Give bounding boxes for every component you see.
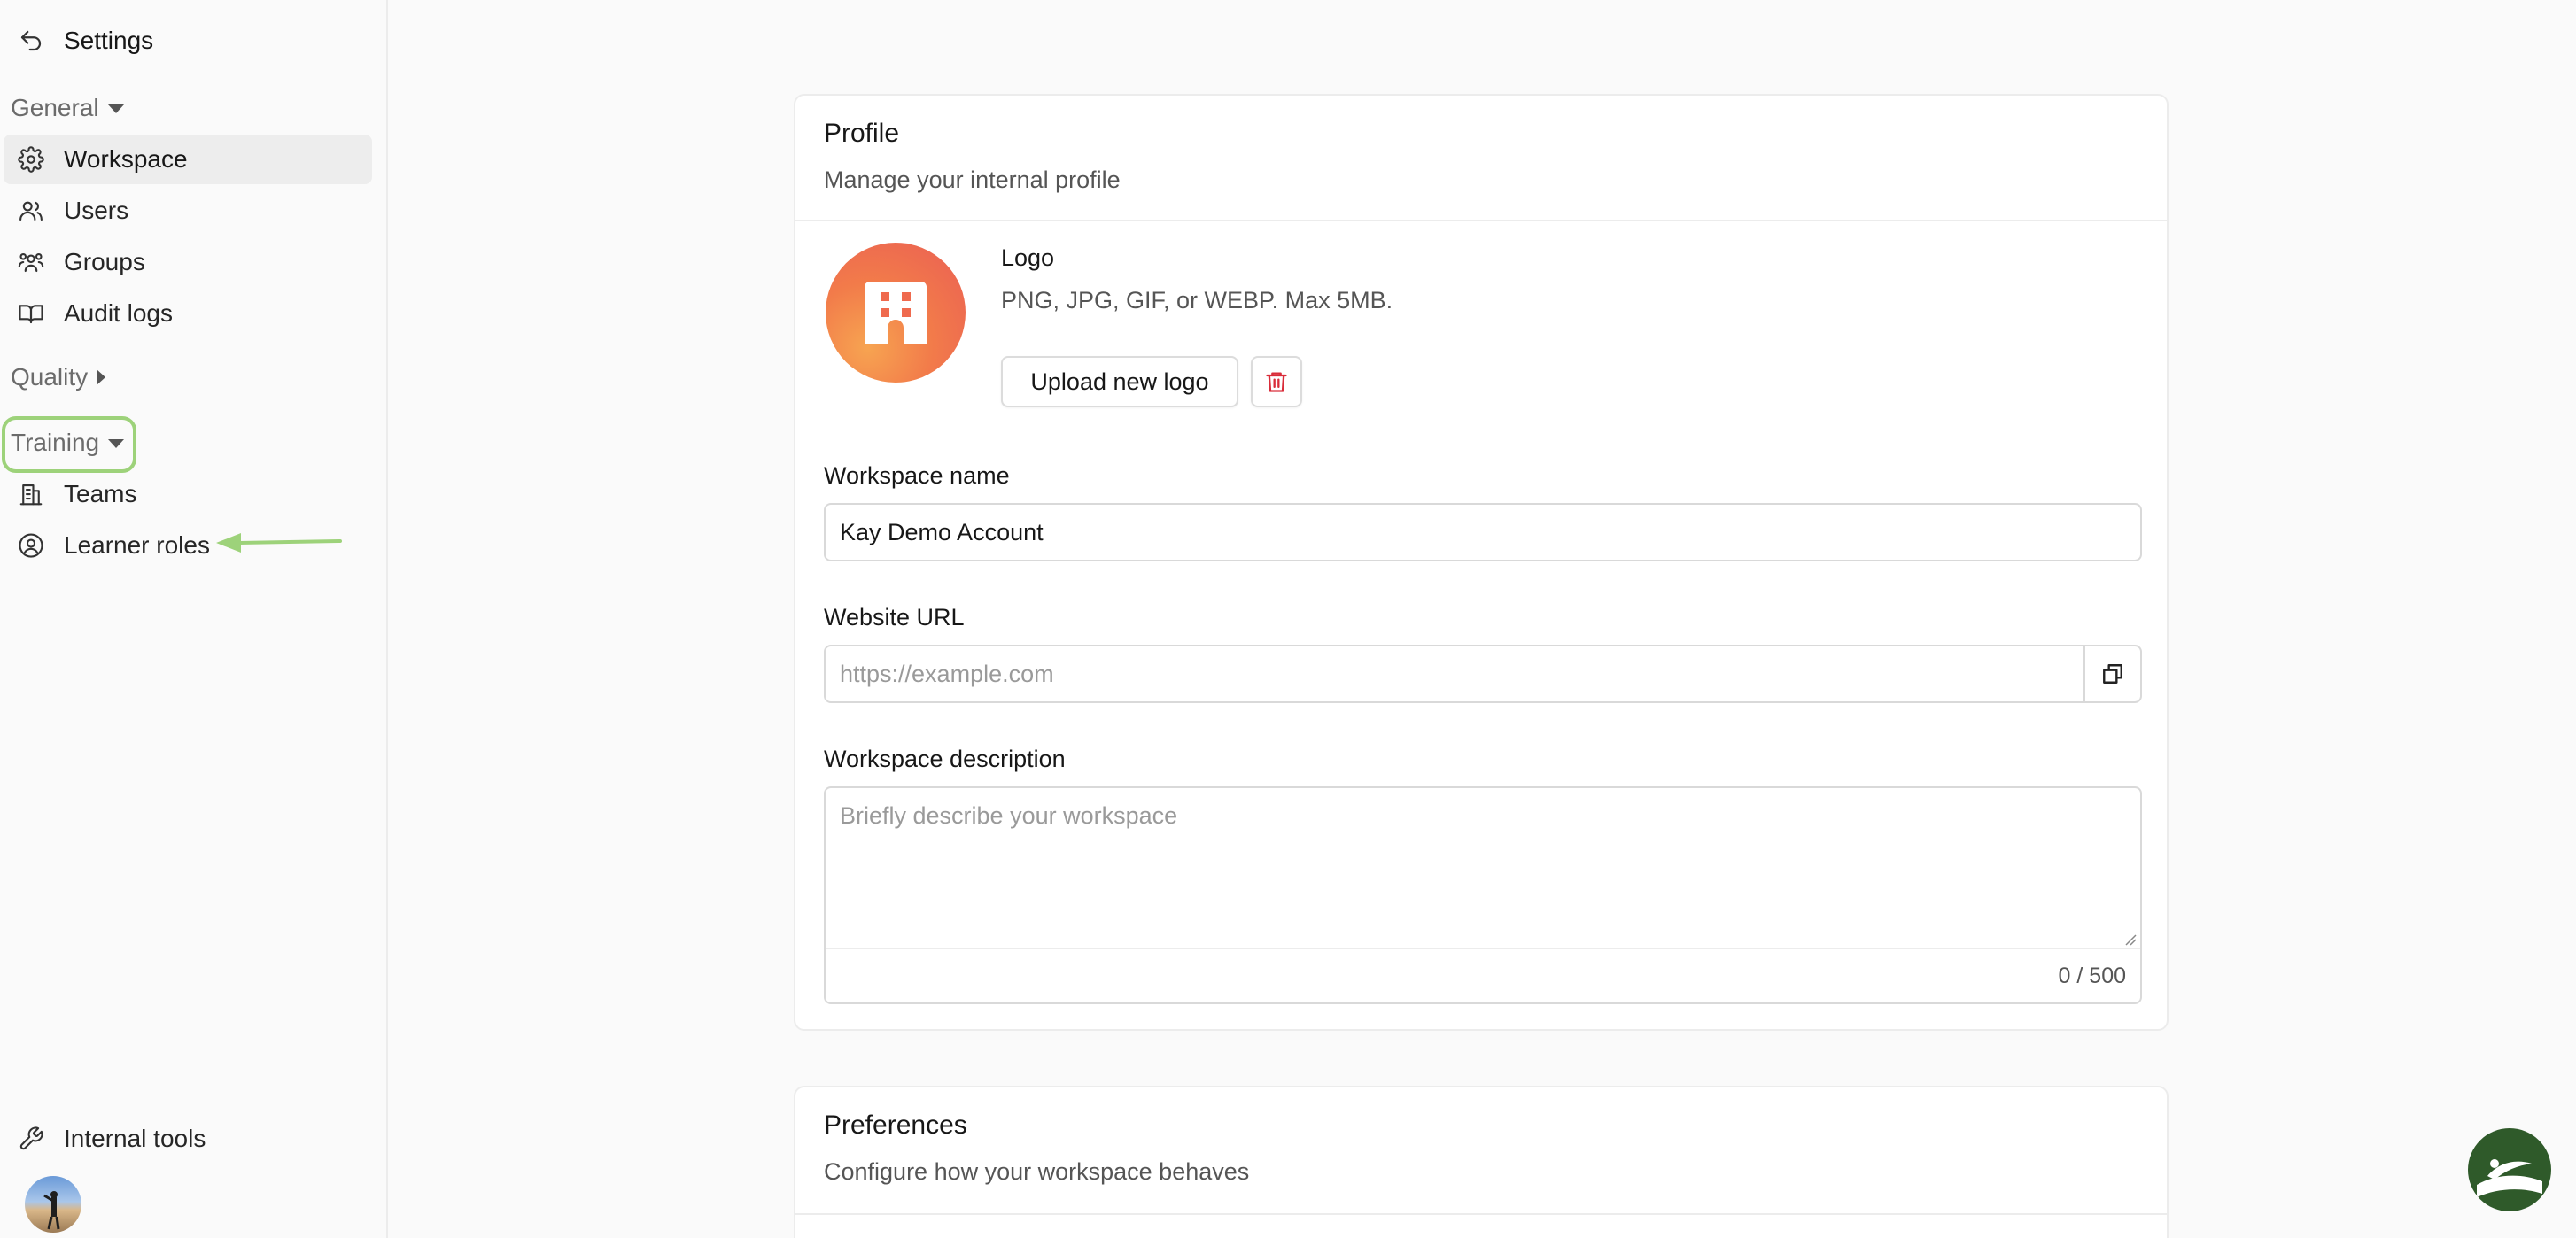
chevron-right-icon xyxy=(97,369,106,385)
textarea-footer: 0 / 500 xyxy=(826,934,2140,1002)
sidebar-item-label: Workspace xyxy=(64,145,188,173)
back-arrow-icon xyxy=(20,30,42,51)
sidebar-item-teams[interactable]: Teams xyxy=(4,469,372,519)
sidebar-item-audit-logs[interactable]: Audit logs xyxy=(4,289,372,338)
preferences-card: Preferences Configure how your workspace… xyxy=(794,1086,2169,1238)
website-url-input[interactable]: https://example.com xyxy=(826,646,2083,701)
user-circle-icon xyxy=(19,533,43,558)
section-quality-toggle[interactable]: Quality xyxy=(11,360,106,395)
workspace-description-input[interactable]: Briefly describe your workspace 0 / 500 xyxy=(824,786,2142,1004)
sidebar-item-workspace[interactable]: Workspace xyxy=(4,135,372,184)
settings-title: Settings xyxy=(64,27,154,54)
sidebar-item-label: Users xyxy=(64,197,129,224)
profile-divider xyxy=(795,220,2167,221)
sidebar-item-label: Teams xyxy=(64,480,137,507)
avatar-person-icon xyxy=(43,1191,60,1230)
logo-label: Logo xyxy=(1001,244,1055,271)
book-icon xyxy=(19,305,43,324)
copy-icon xyxy=(2103,664,2122,684)
open-url-button[interactable] xyxy=(2083,646,2140,701)
help-chat-button[interactable] xyxy=(2468,1128,2551,1211)
logo-helper-text: PNG, JPG, GIF, or WEBP. Max 5MB. xyxy=(1001,287,1393,313)
sidebar-item-label: Groups xyxy=(64,248,145,275)
description-placeholder: Briefly describe your workspace xyxy=(840,802,1178,829)
users-icon xyxy=(19,201,43,221)
workspace-name-label: Workspace name xyxy=(824,462,1010,489)
resize-handle-icon[interactable] xyxy=(2124,933,2137,946)
profile-card: Profile Manage your internal profile Log… xyxy=(794,94,2169,1031)
back-to-settings[interactable]: Settings xyxy=(18,21,153,60)
wrench-icon xyxy=(19,1126,43,1150)
section-training-label: Training xyxy=(11,429,100,456)
preferences-subtitle: Configure how your workspace behaves xyxy=(824,1158,1250,1185)
sidebar-item-label: Learner roles xyxy=(64,531,210,559)
sidebar-item-label: Audit logs xyxy=(64,299,173,327)
settings-sidebar: Settings General Workspace Users Groups … xyxy=(0,0,388,1238)
character-counter: 0 / 500 xyxy=(2058,963,2126,988)
trash-icon xyxy=(1266,372,1287,392)
section-general-label: General xyxy=(11,94,99,121)
sidebar-item-internal-tools[interactable]: Internal tools xyxy=(4,1114,372,1164)
section-quality-label: Quality xyxy=(11,363,89,391)
chevron-down-icon xyxy=(107,104,124,113)
sidebar-item-users[interactable]: Users xyxy=(4,186,372,236)
profile-subtitle: Manage your internal profile xyxy=(824,166,1121,193)
upload-logo-button[interactable]: Upload new logo xyxy=(1001,356,1238,407)
brand-mark-icon xyxy=(2477,1159,2542,1197)
avatar[interactable] xyxy=(25,1176,81,1233)
sidebar-item-groups[interactable]: Groups xyxy=(4,237,372,287)
profile-title: Profile xyxy=(824,119,900,148)
sidebar-item-label: Internal tools xyxy=(64,1125,206,1152)
website-url-field: https://example.com xyxy=(824,645,2142,703)
workspace-logo xyxy=(826,243,966,383)
chevron-down-icon xyxy=(108,439,125,448)
workspace-description-label: Workspace description xyxy=(824,746,1066,772)
section-training-toggle[interactable]: Training xyxy=(11,425,125,460)
building-icon xyxy=(865,282,927,344)
groups-icon xyxy=(18,252,44,273)
building-icon xyxy=(19,484,43,506)
annotation-arrow-icon xyxy=(216,533,342,553)
preferences-divider xyxy=(795,1213,2167,1215)
preferences-title: Preferences xyxy=(824,1110,967,1140)
gear-icon xyxy=(18,146,44,173)
workspace-name-input[interactable]: Kay Demo Account xyxy=(824,503,2142,561)
section-general-toggle[interactable]: General xyxy=(11,90,124,126)
delete-logo-button[interactable] xyxy=(1251,356,1302,407)
website-url-label: Website URL xyxy=(824,604,965,631)
